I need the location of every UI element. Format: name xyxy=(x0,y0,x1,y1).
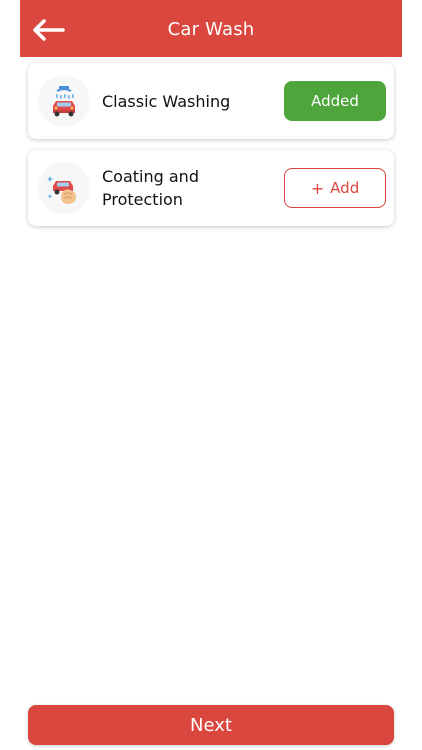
service-thumbnail xyxy=(38,162,90,214)
car-wash-icon xyxy=(53,86,75,117)
plus-icon: + xyxy=(310,178,325,198)
service-card-classic-washing: Classic Washing Added xyxy=(28,63,394,139)
top-bar: Car Wash xyxy=(20,0,402,57)
service-name: Classic Washing xyxy=(102,91,231,111)
service-card-coating-protection: Coating and Protection + Add xyxy=(28,150,394,226)
page-title: Car Wash xyxy=(167,19,255,40)
service-thumbnail xyxy=(38,75,90,127)
added-button[interactable]: Added xyxy=(284,81,386,121)
app-screen: Car Wash Classic Washing Added Coating a… xyxy=(20,0,402,750)
car-coating-icon xyxy=(47,176,76,204)
add-button[interactable]: + Add xyxy=(284,168,386,208)
next-button[interactable]: Next xyxy=(28,705,394,745)
service-name: Coating and Protection xyxy=(102,167,199,209)
